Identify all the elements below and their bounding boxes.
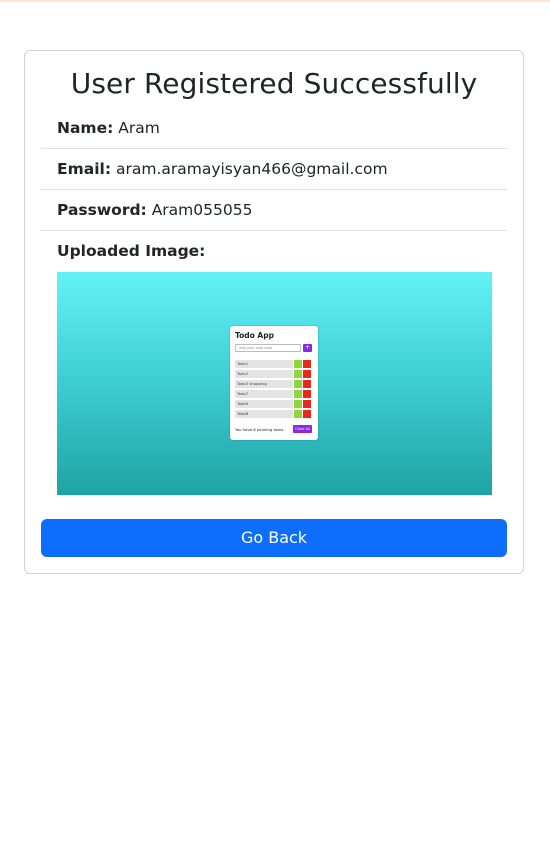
preview-add-button: +: [303, 344, 312, 352]
top-border-line: [0, 0, 550, 2]
preview-delete-icon: [303, 390, 311, 398]
uploaded-image: Todo App Add your new todo + Todo1 Todo2…: [57, 272, 492, 495]
name-value: Aram: [118, 119, 160, 137]
preview-delete-icon: [303, 370, 311, 378]
preview-edit-icon: [294, 370, 302, 378]
preview-edit-icon: [294, 390, 302, 398]
preview-clear-button: Clear All: [293, 425, 312, 433]
preview-pending-text: You have 6 pending tasks: [235, 427, 284, 432]
preview-todo-item: Todo8: [235, 410, 293, 418]
uploaded-image-row: Uploaded Image:: [41, 231, 507, 272]
preview-todo-input: Add your new todo: [235, 344, 301, 352]
preview-todo-item: Todo2: [235, 370, 293, 378]
email-value: aram.aramayisyan466@gmail.com: [115, 160, 388, 178]
go-back-button[interactable]: Go Back: [41, 519, 507, 557]
page-title: User Registered Successfully: [70, 67, 478, 100]
preview-edit-icon: [294, 360, 302, 368]
email-row: Email: aram.aramayisyan466@gmail.com: [41, 149, 507, 190]
preview-todo-app-card: Todo App Add your new todo + Todo1 Todo2…: [230, 326, 318, 440]
uploaded-image-label: Uploaded Image:: [57, 242, 206, 260]
preview-delete-icon: [303, 380, 311, 388]
registration-card: User Registered Successfully Name: Aram …: [24, 50, 524, 574]
preview-edit-icon: [294, 410, 302, 418]
name-row: Name: Aram: [41, 108, 507, 149]
preview-app-title: Todo App: [235, 331, 274, 340]
preview-edit-icon: [294, 400, 302, 408]
preview-todo-item: Todo1: [235, 360, 293, 368]
preview-delete-icon: [303, 400, 311, 408]
preview-edit-icon: [294, 380, 302, 388]
password-label: Password:: [57, 201, 147, 219]
preview-todo-item: Todo9: [235, 400, 293, 408]
email-label: Email:: [57, 160, 112, 178]
password-value: Aram055055: [151, 201, 253, 219]
preview-delete-icon: [303, 410, 311, 418]
password-row: Password: Aram055055: [41, 190, 507, 231]
preview-delete-icon: [303, 360, 311, 368]
preview-todo-item: Todo3 shopping: [235, 380, 293, 388]
preview-todo-item: Todo7: [235, 390, 293, 398]
name-label: Name:: [57, 119, 114, 137]
